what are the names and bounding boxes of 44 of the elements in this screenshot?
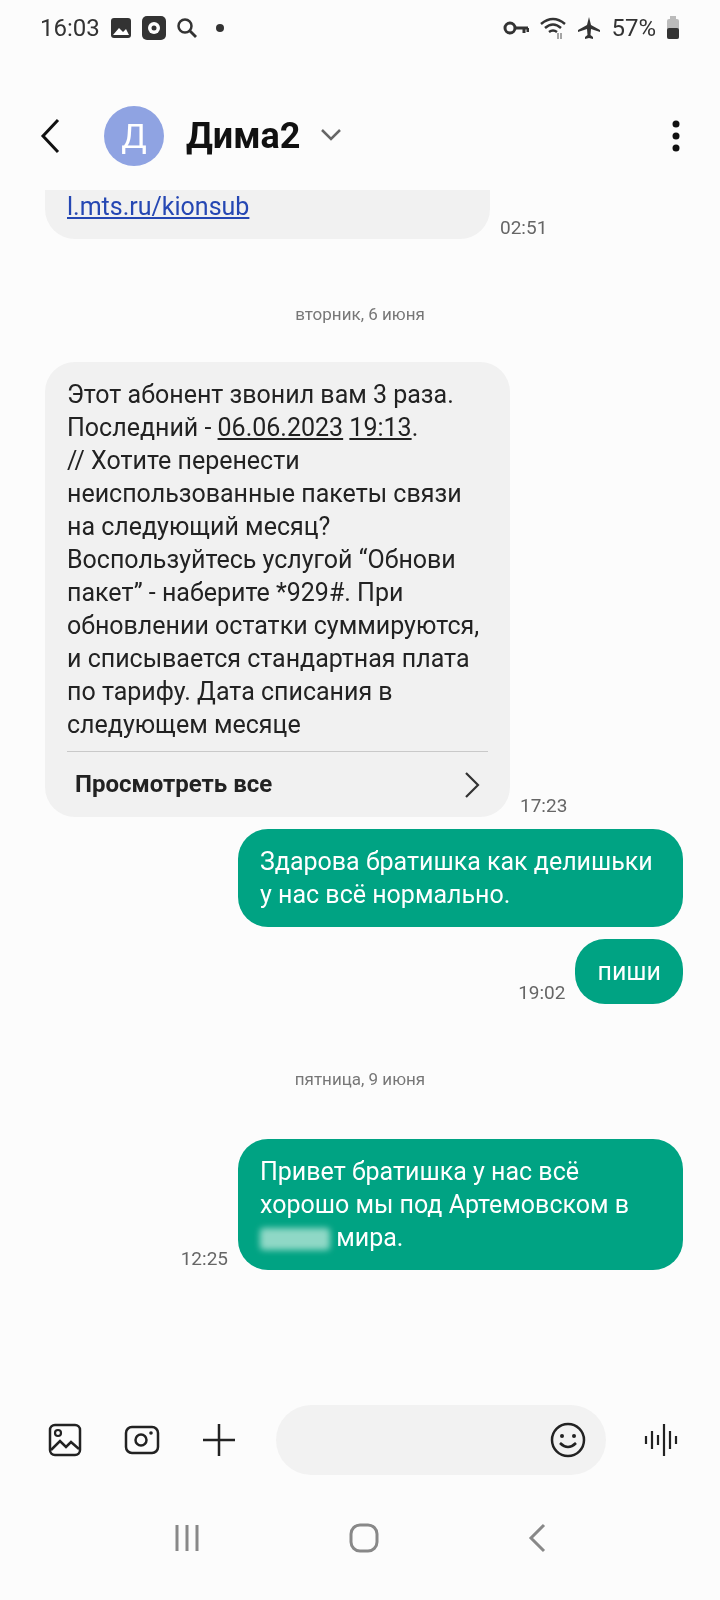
date-separator: пятница, 9 июня — [293, 1069, 427, 1089]
date-separator: вторник, 6 июня — [294, 304, 426, 324]
gallery-icon — [109, 16, 132, 39]
caret-icon[interactable] — [320, 128, 343, 141]
link[interactable]: l.mts.ru/kionsub — [67, 192, 250, 221]
status-time: 16:03 — [40, 13, 100, 42]
search-icon — [175, 16, 198, 39]
more-icon — [672, 119, 680, 152]
link[interactable]: 06.06.2023 — [217, 413, 344, 442]
message-text: Привет братишка у нас всё хорошо мы под Артемовском в мира. — [260, 1156, 631, 1254]
emoji-icon[interactable] — [550, 1422, 586, 1458]
nav-back-button[interactable] — [527, 1522, 546, 1553]
view-all-button[interactable]: Просмотреть все — [67, 752, 488, 801]
battery-percentage: 57% — [611, 13, 656, 42]
voice-record-button[interactable] — [644, 1423, 680, 1457]
link[interactable]: 19:13 — [349, 413, 412, 442]
recent-apps-icon — [174, 1523, 201, 1552]
camera-button[interactable] — [124, 1424, 160, 1456]
sound-wave-icon — [644, 1423, 680, 1457]
app-notification-icon — [141, 15, 166, 40]
image-icon — [48, 1423, 82, 1457]
wifi-icon — [539, 15, 568, 40]
plus-icon — [202, 1423, 236, 1457]
message-time: 19:02 — [518, 981, 566, 1004]
message-time: 12:25 — [180, 1247, 228, 1270]
message-text: Здарова братишка как делишьки у нас всё нормально. — [260, 846, 654, 911]
key-icon — [503, 19, 530, 36]
add-button[interactable] — [202, 1423, 236, 1457]
contact-name[interactable]: Дима2 — [186, 114, 301, 157]
home-button[interactable] — [349, 1522, 379, 1553]
contact-avatar: Д — [104, 105, 164, 166]
home-icon — [349, 1522, 379, 1553]
blurred-text — [260, 1228, 330, 1251]
message-text: пиши — [597, 956, 661, 988]
chevron-right-icon — [464, 770, 480, 799]
back-icon — [527, 1522, 546, 1553]
message-time: 17:23 — [520, 794, 568, 817]
recent-apps-button[interactable] — [174, 1523, 201, 1552]
notification-dot-icon — [215, 23, 224, 32]
message-text: Этот абонент звонил вам 3 раза. Последний - 06.06.2023 19:13. // Хотите перенести неиспользованные пакеты связи на следующий месяц? Воспользуйтесь услугой “Обнови пакет” - наберите *929#. При обновлении остатки суммируются, и списывается стандартная плата по тарифу. Дата списания в следующем месяце — [67, 379, 481, 741]
message-time: 02:51 — [500, 216, 548, 239]
battery-icon — [666, 15, 680, 40]
gallery-button[interactable] — [48, 1423, 82, 1457]
camera-icon — [124, 1424, 160, 1456]
